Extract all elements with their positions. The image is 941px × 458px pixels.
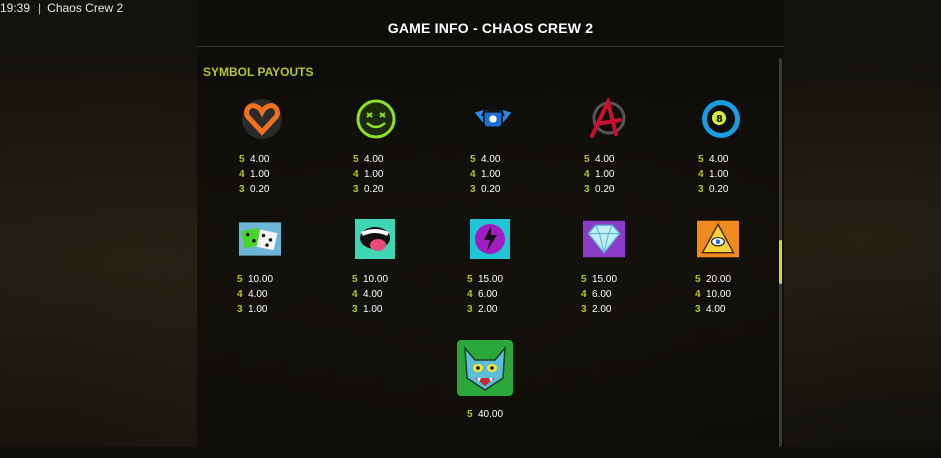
mouth-icon — [354, 218, 396, 260]
svg-text:8: 8 — [716, 114, 723, 125]
pay-value: 6.00 — [478, 289, 498, 300]
dice-icon — [239, 218, 281, 260]
pay-value: 2.00 — [592, 304, 612, 315]
cat-icon — [455, 338, 515, 398]
symbol-card-winged-cap: 5 4.00 4 1.00 3 0.20 — [430, 98, 550, 218]
pay-value: 2.00 — [478, 304, 498, 315]
pay-value: 0.20 — [709, 184, 729, 195]
pay-count: 5 — [352, 274, 358, 285]
symbol-card-eight-ball: 8 5 4.00 4 1.00 3 0.20 — [658, 98, 778, 218]
pay-value: 4.00 — [364, 154, 384, 165]
pay-count: 4 — [353, 169, 359, 180]
symbol-card-dice: 5 10.00 4 4.00 3 1.00 — [197, 218, 317, 338]
lightning-face-icon — [469, 218, 511, 260]
status-bar: 19:39 | Chaos Crew 2 — [0, 0, 123, 16]
pay-value: 15.00 — [592, 274, 618, 285]
pay-value: 4.00 — [595, 154, 615, 165]
pay-count: 5 — [698, 154, 704, 165]
pay-count: 4 — [698, 169, 704, 180]
smiley-icon — [355, 98, 397, 140]
pay-count: 4 — [581, 289, 587, 300]
symbol-card-diamond: 5 15.00 4 6.00 3 2.00 — [541, 218, 661, 338]
pay-value: 0.20 — [481, 184, 501, 195]
pay-value: 0.20 — [595, 184, 615, 195]
pay-value: 0.20 — [250, 184, 270, 195]
pay-count: 5 — [239, 154, 245, 165]
eight-ball-icon: 8 — [700, 98, 742, 140]
pay-value: 4.00 — [250, 154, 270, 165]
pay-value: 4.00 — [706, 304, 726, 315]
pay-value: 1.00 — [364, 169, 384, 180]
symbol-card-anarchy: 5 4.00 4 1.00 3 0.20 — [544, 98, 664, 218]
scrollbar-thumb[interactable] — [779, 240, 782, 284]
pay-value: 10.00 — [248, 274, 274, 285]
pay-count: 5 — [584, 154, 590, 165]
pay-count: 5 — [695, 274, 701, 285]
pay-count: 4 — [470, 169, 476, 180]
pay-value: 10.00 — [363, 274, 389, 285]
pay-count: 3 — [353, 184, 359, 195]
heart-icon — [241, 98, 283, 140]
pay-value: 15.00 — [478, 274, 504, 285]
game-info-panel: GAME INFO - CHAOS CREW 2 SYMBOL PAYOUTS … — [197, 0, 784, 447]
pay-count: 4 — [239, 169, 245, 180]
pay-value: 6.00 — [592, 289, 612, 300]
pay-value: 4.00 — [248, 289, 268, 300]
pay-value: 10.00 — [706, 289, 732, 300]
pay-count: 4 — [695, 289, 701, 300]
symbol-card-pyramid-eye: 5 20.00 4 10.00 3 4.00 — [655, 218, 775, 338]
pay-count: 5 — [581, 274, 587, 285]
winged-cap-icon — [472, 98, 514, 140]
pay-count: 3 — [239, 184, 245, 195]
pay-count: 3 — [698, 184, 704, 195]
section-heading: SYMBOL PAYOUTS — [203, 65, 314, 79]
diamond-icon — [583, 218, 625, 260]
pay-count: 5 — [467, 409, 473, 420]
pay-count: 5 — [237, 274, 243, 285]
pay-count: 4 — [584, 169, 590, 180]
pay-count: 5 — [353, 154, 359, 165]
pay-value: 0.20 — [364, 184, 384, 195]
symbol-card-mouth: 5 10.00 4 4.00 3 1.00 — [312, 218, 432, 338]
pay-value: 1.00 — [595, 169, 615, 180]
pay-value: 4.00 — [709, 154, 729, 165]
pay-count: 5 — [467, 274, 473, 285]
symbol-card-heart: 5 4.00 4 1.00 3 0.20 — [199, 98, 319, 218]
pay-count: 3 — [581, 304, 587, 315]
pay-value: 20.00 — [706, 274, 732, 285]
pay-count: 3 — [237, 304, 243, 315]
pay-count: 3 — [584, 184, 590, 195]
pay-value: 1.00 — [709, 169, 729, 180]
pyramid-eye-icon — [697, 218, 739, 260]
anarchy-icon — [586, 98, 628, 140]
panel-title: GAME INFO - CHAOS CREW 2 — [387, 20, 594, 36]
pay-count: 4 — [237, 289, 243, 300]
pay-value: 40.00 — [478, 409, 504, 420]
clock: 19:39 — [0, 1, 31, 15]
pay-count: 3 — [352, 304, 358, 315]
pay-value: 4.00 — [481, 154, 501, 165]
pay-value: 1.00 — [248, 304, 268, 315]
pay-value: 1.00 — [363, 304, 383, 315]
symbol-card-face-bolt: 5 15.00 4 6.00 3 2.00 — [427, 218, 547, 338]
separator: | — [38, 1, 42, 15]
pay-count: 4 — [467, 289, 473, 300]
pay-count: 3 — [470, 184, 476, 195]
app-title: Chaos Crew 2 — [47, 1, 124, 15]
pay-value: 1.00 — [481, 169, 501, 180]
pay-value: 1.00 — [250, 169, 270, 180]
pay-value: 4.00 — [363, 289, 383, 300]
pay-count: 3 — [467, 304, 473, 315]
symbol-card-smiley: 5 4.00 4 1.00 3 0.20 — [313, 98, 433, 218]
pay-count: 3 — [695, 304, 701, 315]
pay-count: 4 — [352, 289, 358, 300]
pay-count: 5 — [470, 154, 476, 165]
symbol-card-cat-wild: 5 40.00 — [425, 338, 545, 458]
title-divider — [197, 46, 784, 47]
